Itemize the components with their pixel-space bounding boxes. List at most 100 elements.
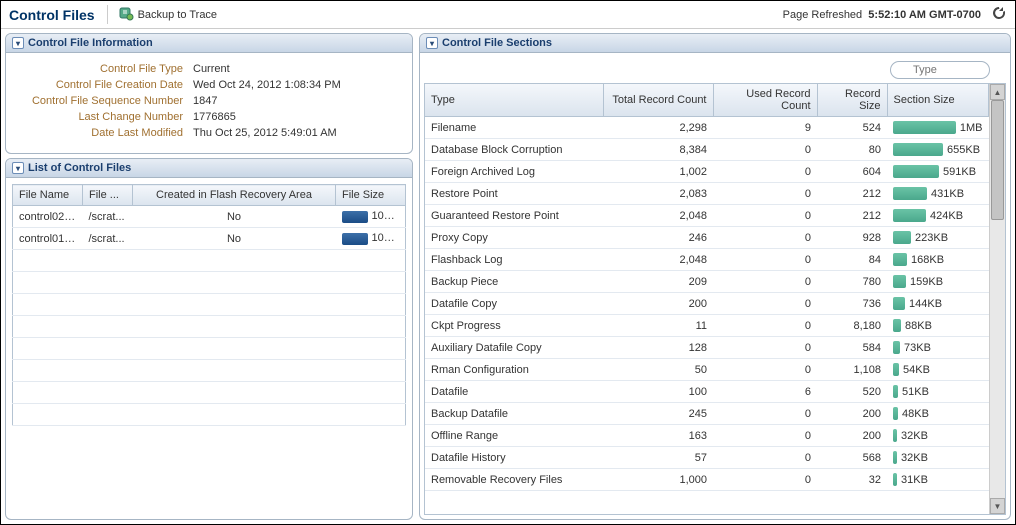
backup-to-trace-button[interactable]: Backup to Trace (107, 5, 218, 24)
table-row[interactable]: Offline Range163020032KB (425, 425, 989, 447)
info-row: Date Last ModifiedThu Oct 25, 2012 5:49:… (18, 127, 400, 139)
table-row[interactable]: Ckpt Progress1108,18088KB (425, 315, 989, 337)
table-row[interactable]: Flashback Log2,048084168KB (425, 249, 989, 271)
used-record-cell: 0 (713, 337, 817, 359)
column-header[interactable]: Section Size (887, 84, 989, 117)
type-cell: Restore Point (425, 183, 603, 205)
record-size-cell: 584 (817, 337, 887, 359)
record-size-cell: 200 (817, 425, 887, 447)
table-row: . (13, 360, 406, 382)
table-row[interactable]: Removable Recovery Files1,00003231KB (425, 469, 989, 491)
table-row[interactable]: Auxiliary Datafile Copy128058473KB (425, 337, 989, 359)
table-row[interactable]: Rman Configuration5001,10854KB (425, 359, 989, 381)
section-size-cell: 159KB (887, 271, 989, 293)
table-row[interactable]: control02.ctl/scrat...No10MB (13, 206, 406, 228)
table-row: . (13, 250, 406, 272)
total-record-cell: 1,000 (603, 469, 713, 491)
total-record-cell: 2,298 (603, 117, 713, 139)
type-cell: Ckpt Progress (425, 315, 603, 337)
vertical-scrollbar[interactable]: ▲ ▼ (989, 84, 1005, 514)
used-record-cell: 0 (713, 469, 817, 491)
table-row[interactable]: Foreign Archived Log1,0020604591KB (425, 161, 989, 183)
info-row: Control File TypeCurrent (18, 63, 400, 75)
refresh-icon[interactable] (991, 5, 1007, 24)
panel-title: List of Control Files (28, 162, 131, 174)
flash-recovery-cell: No (133, 228, 336, 250)
section-size-cell: 591KB (887, 161, 989, 183)
total-record-cell: 1,002 (603, 161, 713, 183)
column-header[interactable]: Record Size (817, 84, 887, 117)
table-row[interactable]: Backup Datafile245020048KB (425, 403, 989, 425)
search-input[interactable] (890, 61, 990, 79)
table-row[interactable]: control01.ctl/scrat...No10MB (13, 228, 406, 250)
column-header[interactable]: Type (425, 84, 603, 117)
table-row: . (13, 316, 406, 338)
table-row[interactable]: Backup Piece2090780159KB (425, 271, 989, 293)
file-name-cell: control01.ctl (13, 228, 83, 250)
type-cell: Datafile (425, 381, 603, 403)
total-record-cell: 2,048 (603, 205, 713, 227)
used-record-cell: 0 (713, 271, 817, 293)
record-size-cell: 520 (817, 381, 887, 403)
sections-table: TypeTotal Record CountUsed Record CountR… (425, 84, 989, 491)
record-size-cell: 80 (817, 139, 887, 161)
file-name-cell: control02.ctl (13, 206, 83, 228)
type-cell: Flashback Log (425, 249, 603, 271)
type-cell: Database Block Corruption (425, 139, 603, 161)
used-record-cell: 0 (713, 227, 817, 249)
scroll-down-button[interactable]: ▼ (990, 498, 1005, 514)
record-size-cell: 524 (817, 117, 887, 139)
total-record-cell: 200 (603, 293, 713, 315)
used-record-cell: 6 (713, 381, 817, 403)
total-record-cell: 128 (603, 337, 713, 359)
chevron-down-icon[interactable]: ▾ (426, 37, 438, 49)
column-header[interactable]: File ... (83, 185, 133, 206)
info-value: Current (193, 63, 230, 75)
table-row[interactable]: Proxy Copy2460928223KB (425, 227, 989, 249)
column-header[interactable]: File Name (13, 185, 83, 206)
record-size-cell: 1,108 (817, 359, 887, 381)
table-row[interactable]: Datafile Copy2000736144KB (425, 293, 989, 315)
table-row: . (13, 404, 406, 426)
column-header[interactable]: File Size (336, 185, 406, 206)
section-size-cell: 48KB (887, 403, 989, 425)
info-row: Last Change Number1776865 (18, 111, 400, 123)
total-record-cell: 245 (603, 403, 713, 425)
total-record-cell: 50 (603, 359, 713, 381)
column-header[interactable]: Total Record Count (603, 84, 713, 117)
control-files-table: File NameFile ...Created in Flash Recove… (12, 184, 406, 426)
scroll-up-button[interactable]: ▲ (990, 84, 1005, 100)
type-cell: Proxy Copy (425, 227, 603, 249)
scroll-thumb[interactable] (991, 100, 1004, 220)
used-record-cell: 0 (713, 403, 817, 425)
type-cell: Backup Piece (425, 271, 603, 293)
file-location-cell: /scrat... (83, 228, 133, 250)
record-size-cell: 84 (817, 249, 887, 271)
info-label: Control File Sequence Number (18, 95, 193, 107)
used-record-cell: 0 (713, 183, 817, 205)
used-record-cell: 0 (713, 139, 817, 161)
chevron-down-icon[interactable]: ▾ (12, 162, 24, 174)
type-cell: Removable Recovery Files (425, 469, 603, 491)
used-record-cell: 0 (713, 293, 817, 315)
total-record-cell: 11 (603, 315, 713, 337)
section-size-cell: 223KB (887, 227, 989, 249)
section-size-cell: 54KB (887, 359, 989, 381)
table-row[interactable]: Datafile100652051KB (425, 381, 989, 403)
control-file-sections-panel: ▾ Control File Sections (419, 33, 1011, 520)
table-row[interactable]: Guaranteed Restore Point2,0480212424KB (425, 205, 989, 227)
chevron-down-icon[interactable]: ▾ (12, 37, 24, 49)
table-row[interactable]: Filename2,29895241MB (425, 117, 989, 139)
record-size-cell: 200 (817, 403, 887, 425)
record-size-cell: 604 (817, 161, 887, 183)
column-header[interactable]: Created in Flash Recovery Area (133, 185, 336, 206)
table-row[interactable]: Restore Point2,0830212431KB (425, 183, 989, 205)
section-size-cell: 168KB (887, 249, 989, 271)
page-title: Control Files (9, 7, 95, 23)
info-row: Control File Sequence Number1847 (18, 95, 400, 107)
section-size-cell: 1MB (887, 117, 989, 139)
table-row[interactable]: Database Block Corruption8,384080655KB (425, 139, 989, 161)
file-size-cell: 10MB (336, 206, 406, 228)
table-row[interactable]: Datafile History57056832KB (425, 447, 989, 469)
column-header[interactable]: Used Record Count (713, 84, 817, 117)
